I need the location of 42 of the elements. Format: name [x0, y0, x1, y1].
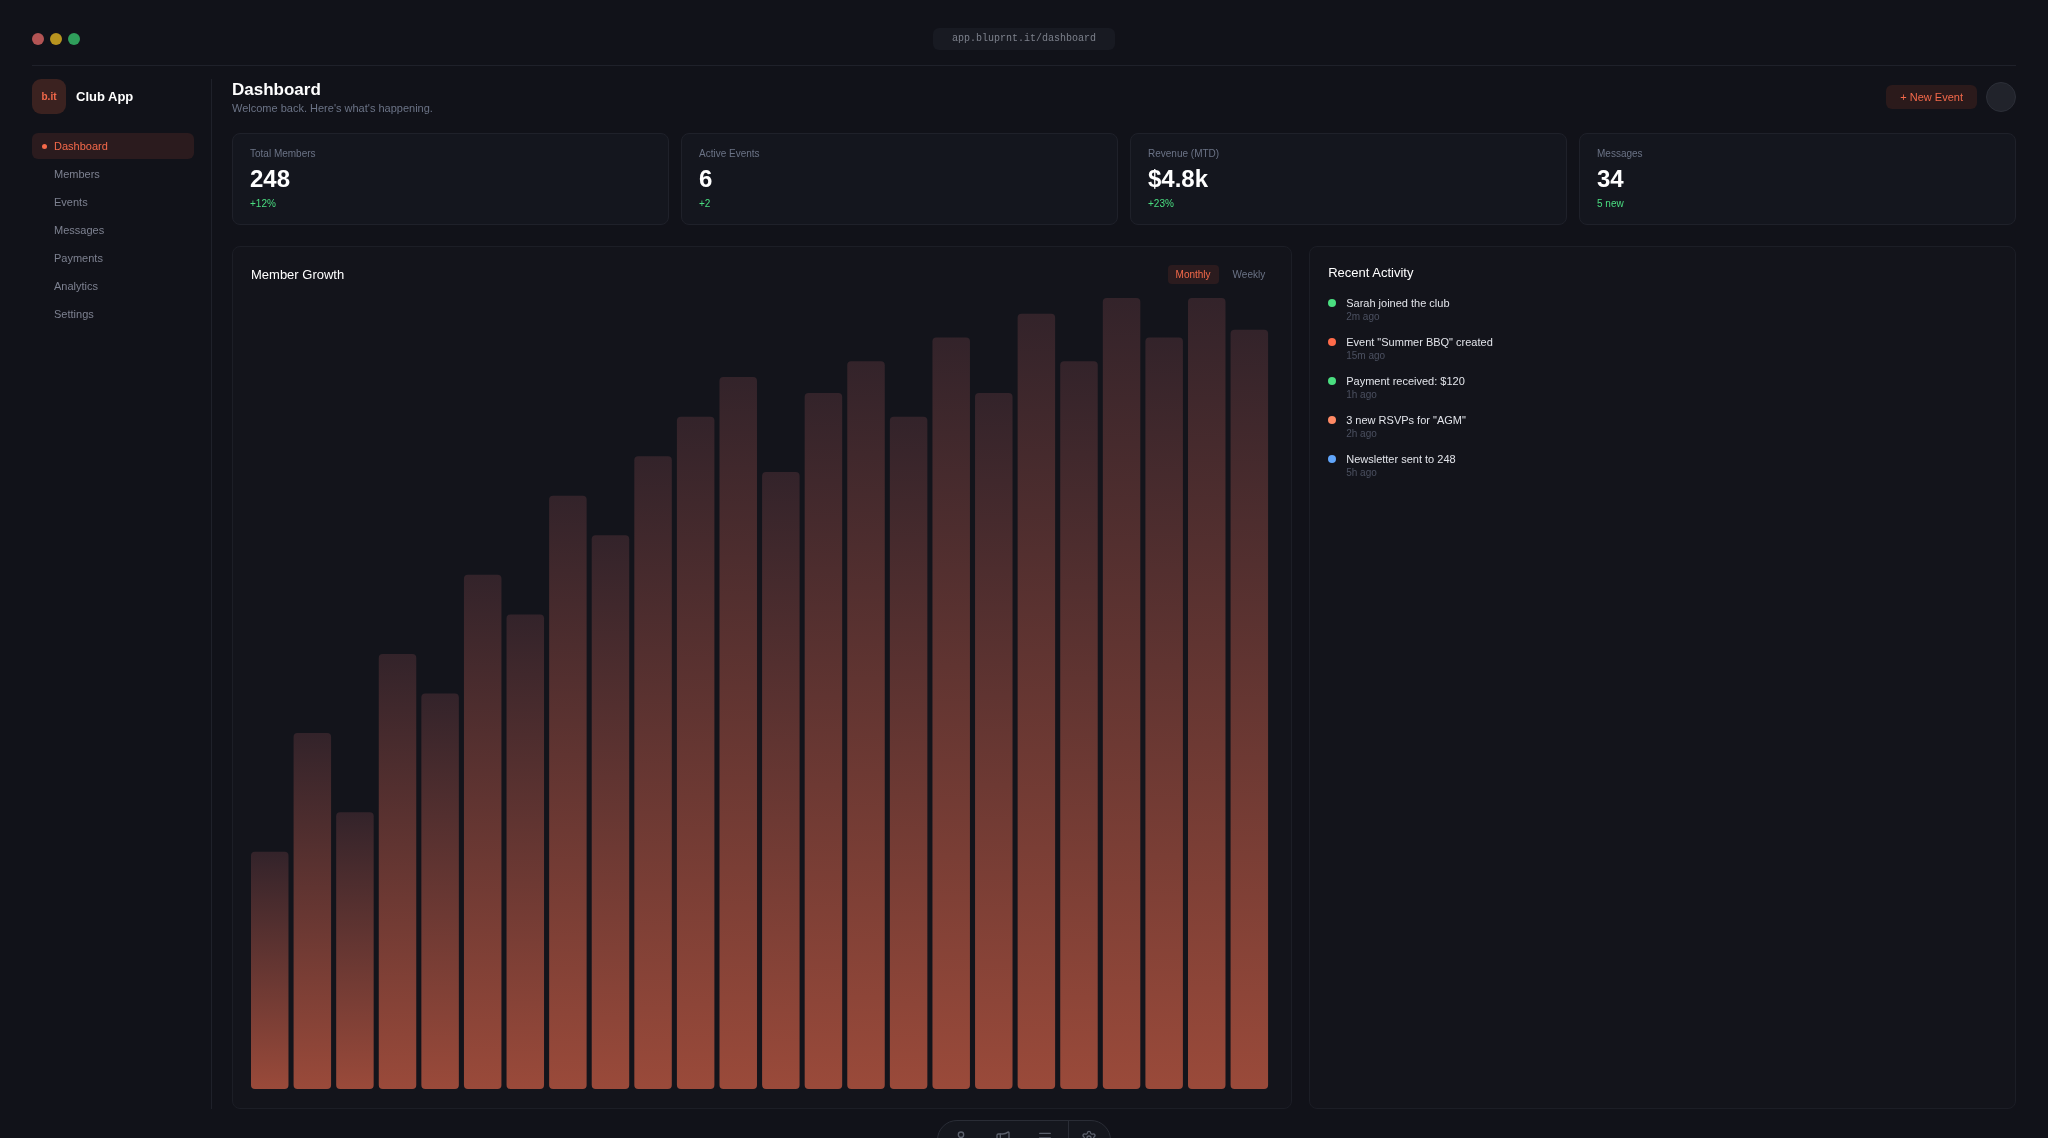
period-tab[interactable]: Weekly	[1224, 265, 1274, 284]
activity-time: 1h ago	[1346, 389, 1378, 401]
activity-time: 2m ago	[1346, 311, 1381, 323]
stat-label: Revenue (MTD)	[1148, 148, 1221, 160]
window-control-icon[interactable]	[32, 32, 44, 45]
page-title: Dashboard	[232, 79, 322, 100]
activity-text: Newsletter sent to 248	[1346, 452, 1456, 466]
window-control-icon[interactable]	[50, 32, 62, 45]
stat-value: $4.8k	[1148, 165, 1210, 193]
address-bar: app.bluprnt.it/dashboard	[933, 27, 1115, 50]
stat-label: Messages	[1597, 148, 1644, 160]
sidebar-item[interactable]: Analytics	[32, 273, 194, 299]
app-logo: b.it	[32, 79, 66, 114]
sidebar-item[interactable]: Settings	[32, 301, 194, 327]
new-event-button[interactable]: + New Event	[1886, 85, 1977, 109]
sidebar-item[interactable]: Messages	[32, 217, 194, 243]
sidebar-item[interactable]: Payments	[32, 245, 194, 271]
activity-text: Sarah joined the club	[1346, 296, 1450, 310]
stat-change: 5 new	[1597, 198, 1625, 210]
app-name: Club App	[76, 87, 134, 106]
activity-time: 5h ago	[1346, 467, 1378, 479]
stat-label: Active Events	[699, 148, 761, 160]
sidebar-item[interactable]: Dashboard	[32, 133, 194, 159]
sidebar-item[interactable]: Events	[32, 189, 194, 215]
activity-text: Event "Summer BBQ" created	[1346, 335, 1493, 349]
stat-value: 248	[250, 165, 292, 193]
activity-text: 3 new RSVPs for "AGM"	[1346, 413, 1466, 427]
activity-time: 2h ago	[1346, 428, 1378, 440]
stat-value: 34	[1597, 165, 1625, 193]
stat-change: +12%	[250, 198, 277, 210]
stat-change: +23%	[1148, 198, 1175, 210]
activity-title: Recent Activity	[1328, 265, 1415, 281]
stat-label: Total Members	[250, 148, 317, 160]
period-tab[interactable]: Monthly	[1167, 265, 1219, 284]
chart-title: Member Growth	[251, 266, 345, 283]
activity-text: Payment received: $120	[1346, 374, 1465, 388]
page-subtitle: Welcome back. Here's what's happening.	[232, 101, 433, 115]
stat-value: 6	[699, 165, 714, 193]
activity-time: 15m ago	[1346, 350, 1387, 362]
window-control-icon[interactable]	[68, 32, 80, 45]
stat-change: +2	[699, 198, 712, 210]
sidebar-item[interactable]: Members	[32, 161, 194, 187]
